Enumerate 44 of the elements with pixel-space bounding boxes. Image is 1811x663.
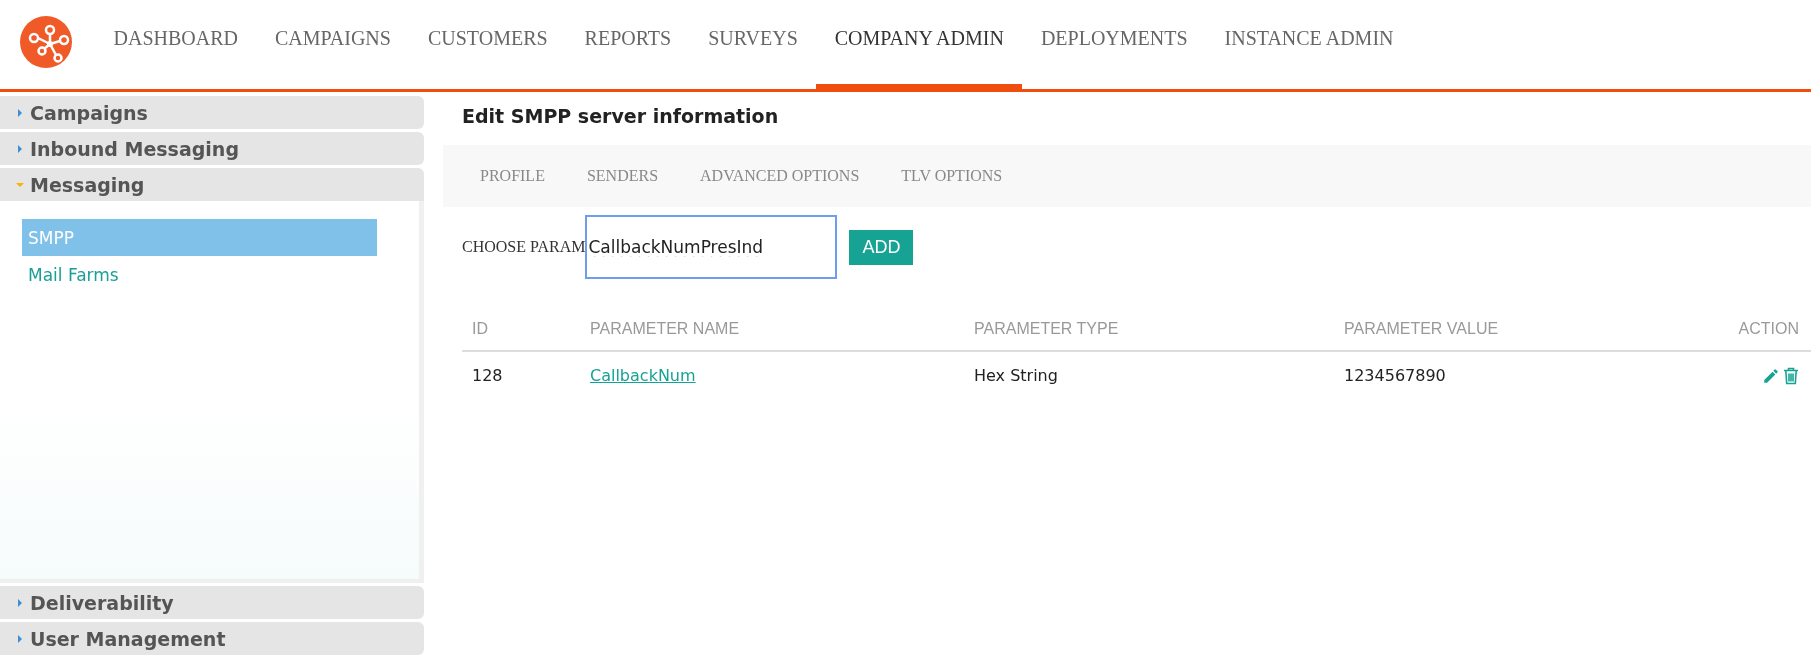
accordion-label: Deliverability	[30, 591, 174, 614]
accordion-header[interactable]: Campaigns	[0, 96, 424, 129]
logo-icon[interactable]	[20, 16, 72, 68]
caret-right-icon	[16, 598, 24, 607]
tab[interactable]: TLV OPTIONS	[883, 167, 1021, 185]
accordion-header[interactable]: User Management	[0, 622, 424, 655]
column-header: PARAMETER TYPE	[964, 308, 1334, 351]
sidebar-item[interactable]: Mail Farms	[22, 256, 377, 293]
add-button[interactable]: ADD	[849, 229, 914, 265]
tab[interactable]: PROFILE	[462, 167, 563, 185]
parameter-link[interactable]: CallbackNum	[590, 365, 696, 385]
table-cell: 1234567890	[1334, 351, 1658, 398]
nav-tab[interactable]: CUSTOMERS	[409, 0, 567, 89]
nav-tab[interactable]: CAMPAIGNS	[256, 0, 410, 89]
column-header: ACTION	[1657, 308, 1811, 351]
page-title: Edit SMPP server information	[461, 105, 780, 129]
nav-tab[interactable]: COMPANY ADMIN	[816, 0, 1023, 92]
caret-right-icon	[16, 634, 24, 643]
nav-tab[interactable]: REPORTS	[566, 0, 690, 89]
column-header: ID	[462, 308, 580, 351]
nav-tab[interactable]: INSTANCE ADMIN	[1206, 0, 1412, 89]
table-cell: Hex String	[964, 351, 1334, 398]
accordion-header[interactable]: Messaging	[0, 168, 424, 201]
tab[interactable]: ADVANCED OPTIONS	[682, 167, 878, 185]
nav-tab[interactable]: DASHBOARD	[95, 0, 257, 89]
tab[interactable]: SENDERS	[568, 167, 677, 185]
table-cell: 128	[462, 351, 580, 398]
param-label: CHOOSE PARAM	[462, 238, 586, 256]
param-input-field[interactable]: CallbackNumPresInd	[585, 215, 838, 279]
accordion-label: Inbound Messaging	[30, 137, 239, 160]
nav-tab[interactable]: DEPLOYMENTS	[1022, 0, 1207, 89]
pencil-icon[interactable]	[1762, 366, 1780, 385]
caret-right-icon	[16, 144, 24, 153]
accordion-label: Messaging	[30, 173, 145, 196]
nav-tab[interactable]: SURVEYS	[689, 0, 817, 89]
accordion-header[interactable]: Deliverability	[0, 586, 424, 619]
accordion-header[interactable]: Inbound Messaging	[0, 132, 424, 165]
accordion-label: Campaigns	[30, 101, 148, 124]
caret-down-icon	[16, 180, 24, 189]
trash-icon[interactable]	[1783, 366, 1799, 385]
accordion-label: User Management	[30, 627, 226, 650]
column-header: PARAMETER VALUE	[1334, 308, 1658, 351]
caret-right-icon	[16, 108, 24, 117]
column-header: PARAMETER NAME	[580, 308, 964, 351]
